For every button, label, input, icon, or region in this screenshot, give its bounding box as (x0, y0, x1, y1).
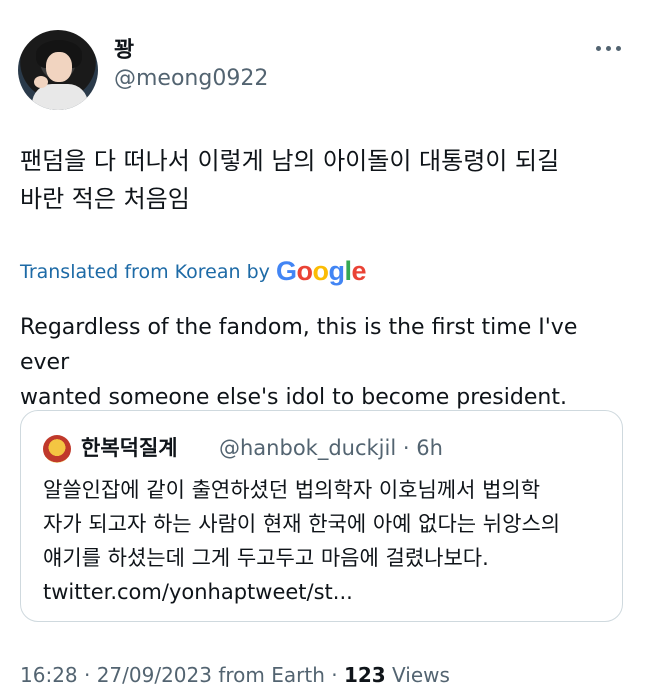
translated-label: Translated from Korean by (20, 261, 270, 283)
tweet-text-line: 팬덤을 다 떠나서 이렇게 남의 아이돌이 대통령이 되길 (20, 147, 560, 175)
more-dot (605, 45, 611, 51)
timestamp-meta[interactable]: 16:28 · 27/09/2023 from Earth · (20, 663, 344, 687)
more-horizontal-icon[interactable] (588, 36, 628, 60)
quoted-text-line: 자가 되고자 하는 사람이 현재 한국에 아예 없다는 뉘앙스의 (43, 512, 561, 536)
author-handle[interactable]: @meong0922 (114, 66, 268, 92)
translation-line: Regardless of the fandom, this is the fi… (20, 315, 578, 375)
author-avatar[interactable] (18, 30, 98, 110)
more-dot (615, 45, 621, 51)
tweet-text-translation: Regardless of the fandom, this is the fi… (20, 310, 630, 415)
tweet-text-original: 팬덤을 다 떠나서 이렇게 남의 아이돌이 대통령이 되길 바란 적은 처음임 (20, 142, 630, 218)
quoted-author-handle-time: @hanbok_duckjil · 6h (219, 436, 443, 460)
quoted-text-line: 얘기를 하셨는데 그게 두고두고 마음에 걸렸나보다. (43, 546, 489, 570)
tweet-text-line: 바란 적은 처음임 (20, 185, 190, 213)
more-dot (595, 45, 601, 51)
views-label: Views (385, 663, 450, 687)
quoted-author-avatar (43, 435, 71, 463)
quoted-tweet-text: 알쓸인잡에 같이 출연하셨던 법의학자 이호님께서 법의학 자가 되고자 하는 … (43, 473, 613, 609)
author-display-name[interactable]: 꽝 (114, 38, 134, 64)
quoted-author-name: 한복덕질계 (81, 436, 178, 460)
quoted-link[interactable]: twitter.com/yonhaptweet/st... (43, 575, 613, 609)
quoted-text-line: 알쓸인잡에 같이 출연하셨던 법의학자 이호님께서 법의학 (43, 478, 541, 502)
google-logo: Google (275, 256, 367, 286)
translated-attribution[interactable]: Translated from Korean by Google (20, 256, 366, 287)
quoted-tweet-card[interactable]: 한복덕질계 @hanbok_duckjil · 6h 알쓸인잡에 같이 출연하셨… (20, 410, 623, 622)
avatar-face (46, 52, 72, 82)
tweet-footer: 16:28 · 27/09/2023 from Earth · 123 View… (20, 660, 450, 690)
views-count: 123 (343, 663, 386, 687)
avatar-hand (34, 76, 48, 88)
